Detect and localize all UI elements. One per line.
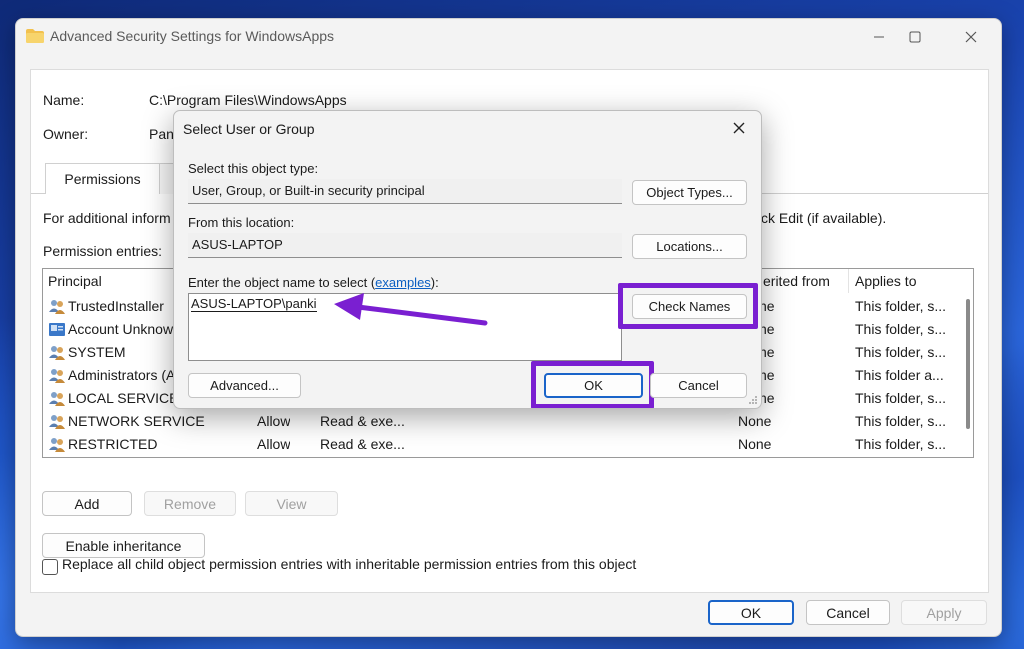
users-icon: [49, 415, 65, 429]
row-type: Allow: [257, 413, 291, 429]
row-principal: RESTRICTED: [68, 436, 158, 452]
enable-inheritance-button[interactable]: Enable inheritance: [42, 533, 205, 558]
maximize-button[interactable]: [892, 19, 938, 55]
window-title: Advanced Security Settings for WindowsAp…: [50, 28, 335, 44]
table-row[interactable]: NETWORK SERVICE Allow Read & exe... None…: [43, 410, 955, 433]
add-button[interactable]: Add: [42, 491, 132, 516]
dialog-cancel-button[interactable]: Cancel: [650, 373, 747, 398]
row-principal: Account Unknow: [68, 321, 174, 337]
table-scrollbar[interactable]: [966, 299, 970, 429]
remove-button[interactable]: Remove: [144, 491, 236, 516]
info-text: For additional inform: [43, 210, 171, 226]
resize-grip-icon[interactable]: [748, 395, 758, 405]
select-user-group-dialog: Select User or Group Select this object …: [173, 110, 762, 409]
row-principal: SYSTEM: [68, 344, 126, 360]
row-applies: This folder, s...: [855, 436, 947, 452]
name-value: C:\Program Files\WindowsApps: [149, 92, 347, 108]
users-icon: [49, 300, 65, 314]
annotation-arrow-icon: [334, 293, 488, 326]
examples-link[interactable]: examples: [375, 275, 431, 290]
apply-button[interactable]: Apply: [901, 600, 987, 625]
row-access: Read & exe...: [320, 413, 405, 429]
name-label: Name:: [43, 92, 85, 108]
users-icon: [49, 369, 65, 383]
location-label: From this location:: [188, 215, 295, 230]
tab-permissions[interactable]: Permissions: [45, 163, 160, 194]
column-inherited-from[interactable]: erited from: [758, 269, 849, 293]
row-type: Allow: [257, 436, 291, 452]
object-name-value: ASUS-LAPTOP\panki: [191, 296, 318, 312]
view-button[interactable]: View: [245, 491, 338, 516]
object-name-label-suffix: ):: [430, 275, 439, 290]
row-inherited: None: [738, 436, 772, 452]
unknown-account-icon: [49, 323, 65, 336]
users-icon: [49, 392, 65, 406]
check-names-highlight: [618, 283, 758, 329]
object-type-label: Select this object type:: [188, 161, 319, 176]
minimize-icon: [874, 36, 884, 38]
users-icon: [49, 346, 65, 360]
row-principal: NETWORK SERVICE: [68, 413, 205, 429]
dialog-close-button[interactable]: [717, 111, 761, 145]
folder-icon: [26, 29, 44, 43]
replace-permissions-checkbox[interactable]: [42, 559, 58, 575]
maximize-icon: [909, 31, 921, 43]
table-row[interactable]: RESTRICTED Allow Read & exe... None This…: [43, 433, 955, 456]
object-types-button[interactable]: Object Types...: [632, 180, 747, 205]
row-access: Read & exe...: [320, 436, 405, 452]
close-icon: [965, 31, 977, 43]
locations-button[interactable]: Locations...: [632, 234, 747, 259]
ok-button[interactable]: OK: [708, 600, 794, 625]
title-bar[interactable]: Advanced Security Settings for WindowsAp…: [16, 19, 1001, 55]
row-inherited: None: [738, 413, 772, 429]
row-applies: This folder, s...: [855, 413, 947, 429]
row-principal: LOCAL SERVICE: [68, 390, 179, 406]
location-field: ASUS-LAPTOP: [188, 233, 622, 258]
object-type-field: User, Group, or Built-in security princi…: [188, 179, 622, 204]
row-principal: TrustedInstaller: [68, 298, 164, 314]
info-text-tail: ck Edit (if available).: [761, 210, 887, 226]
close-icon: [733, 122, 745, 134]
row-applies: This folder, s...: [855, 390, 947, 406]
owner-label: Owner:: [43, 126, 89, 142]
ok-highlight: [531, 361, 654, 408]
object-name-label: Enter the object name to select (example…: [188, 275, 439, 290]
advanced-button[interactable]: Advanced...: [188, 373, 301, 398]
permission-entries-label: Permission entries:: [43, 243, 163, 259]
dialog-title: Select User or Group: [183, 121, 315, 137]
column-applies-to[interactable]: Applies to: [850, 269, 973, 293]
row-applies: This folder, s...: [855, 298, 947, 314]
row-principal: Administrators (A: [68, 367, 176, 383]
close-button[interactable]: [948, 19, 994, 55]
object-name-label-prefix: Enter the object name to select (: [188, 275, 376, 290]
row-applies: This folder a...: [855, 367, 944, 383]
row-applies: This folder, s...: [855, 344, 947, 360]
cancel-button[interactable]: Cancel: [806, 600, 890, 625]
row-applies: This folder, s...: [855, 321, 947, 337]
replace-permissions-label: Replace all child object permission entr…: [62, 556, 637, 572]
tab-permissions-label: Permissions: [64, 171, 141, 187]
users-icon: [49, 438, 65, 452]
